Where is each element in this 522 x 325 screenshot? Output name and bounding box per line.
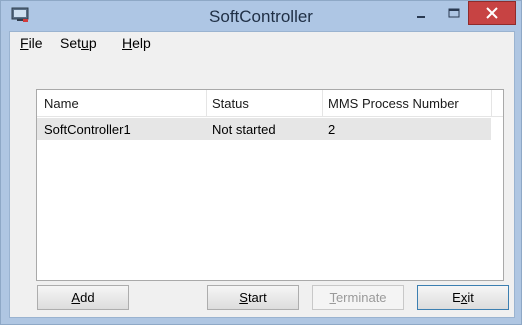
client-area: File Setup Help Name Status MMS Process … — [9, 31, 515, 318]
app-window: SoftController File Setup Help Name Stat… — [0, 0, 522, 325]
start-button[interactable]: Start — [207, 285, 299, 310]
cell-name: SoftController1 — [44, 122, 131, 137]
column-header-name[interactable]: Name — [44, 96, 79, 111]
menu-file[interactable]: File — [20, 35, 43, 51]
column-divider[interactable] — [491, 90, 492, 116]
cell-status: Not started — [212, 122, 276, 137]
column-header-status[interactable]: Status — [212, 96, 249, 111]
controller-list[interactable]: Name Status MMS Process Number SoftContr… — [36, 89, 504, 281]
column-divider[interactable] — [322, 90, 323, 116]
exit-button[interactable]: Exit — [417, 285, 509, 310]
add-button[interactable]: Add — [37, 285, 129, 310]
list-header: Name Status MMS Process Number — [37, 90, 503, 117]
column-header-mms[interactable]: MMS Process Number — [328, 96, 459, 111]
menu-bar: File Setup Help — [10, 32, 514, 53]
maximize-icon[interactable] — [441, 3, 467, 25]
close-icon[interactable] — [468, 1, 516, 25]
cell-mms: 2 — [328, 122, 336, 137]
column-divider[interactable] — [206, 90, 207, 116]
menu-help[interactable]: Help — [122, 35, 151, 51]
terminate-button[interactable]: Terminate — [312, 285, 404, 310]
table-row[interactable]: SoftController1 Not started 2 — [37, 118, 491, 140]
title-bar[interactable]: SoftController — [1, 1, 521, 31]
menu-setup[interactable]: Setup — [60, 35, 97, 51]
minimize-icon[interactable] — [408, 3, 434, 25]
